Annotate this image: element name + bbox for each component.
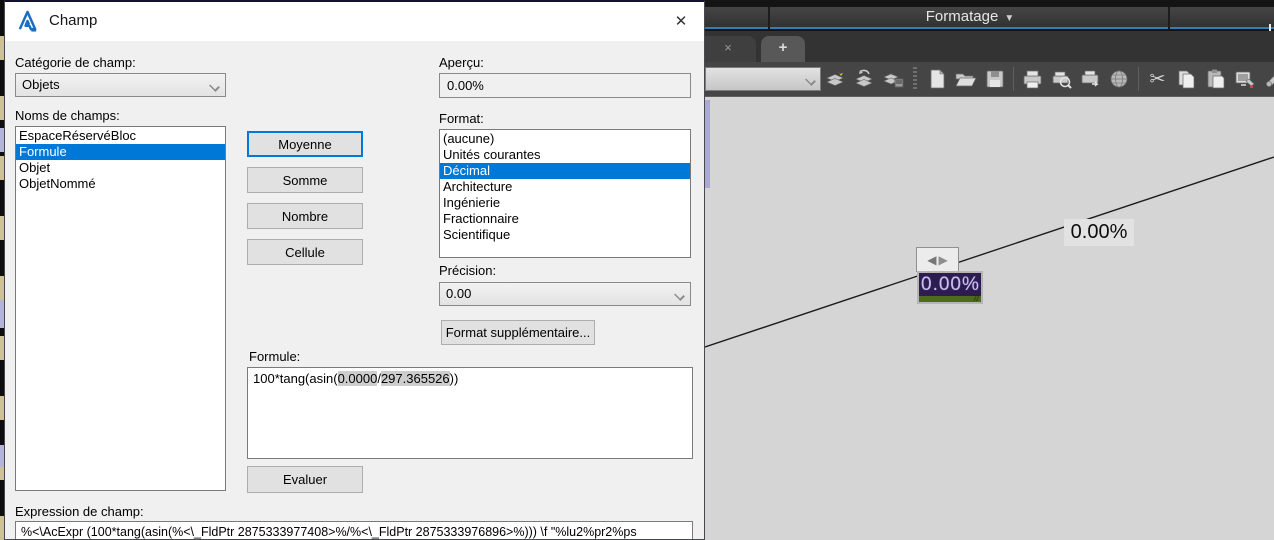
list-item-selected[interactable]: Décimal	[440, 163, 690, 179]
field-dialog: Champ ✕ Catégorie de champ: Objets Noms …	[4, 0, 705, 540]
formula-textarea[interactable]: 100*tang(asin(0.0000/297.365526))	[247, 367, 693, 459]
list-item[interactable]: Ingénierie	[440, 195, 690, 211]
close-icon[interactable]: ✕	[666, 8, 696, 35]
formula-label: Formule:	[249, 349, 301, 364]
drawing-line[interactable]	[705, 97, 1274, 540]
list-item[interactable]: Objet	[16, 160, 225, 176]
chevron-down-icon	[806, 76, 814, 84]
layer-properties-icon[interactable]	[879, 65, 908, 93]
editor-ruler: //	[919, 293, 981, 303]
list-item[interactable]: EspaceRéservéBloc	[16, 128, 225, 144]
publish-web-icon[interactable]	[1105, 65, 1134, 93]
category-combobox[interactable]: Objets	[15, 73, 226, 97]
print-icon[interactable]	[1018, 65, 1047, 93]
save-icon[interactable]	[980, 65, 1009, 93]
list-item[interactable]: Architecture	[440, 179, 690, 195]
format-listbox[interactable]: (aucune) Unités courantes Décimal Archit…	[439, 129, 691, 258]
slope-field-text[interactable]: 0.00%	[1064, 219, 1134, 246]
dialog-title: Champ	[49, 12, 98, 29]
field-expression-box[interactable]: %<\AcExpr (100*tang(asin(%<\_FldPtr 2875…	[15, 521, 693, 539]
layer-previous-icon[interactable]	[850, 65, 879, 93]
formula-field-operand[interactable]: 297.365526	[380, 371, 450, 386]
new-file-icon[interactable]	[922, 65, 951, 93]
category-value: Objets	[22, 77, 60, 92]
precision-label: Précision:	[439, 263, 497, 278]
plus-icon: +	[778, 39, 788, 56]
match-properties-icon[interactable]	[1259, 65, 1274, 93]
layer-current-icon[interactable]	[821, 65, 850, 93]
ribbon-panel-formatage[interactable]: Formatage ▼	[860, 8, 1080, 25]
evaluate-button[interactable]: Evaluer	[247, 466, 363, 493]
field-names-listbox[interactable]: EspaceRéservéBloc Formule Objet ObjetNom…	[15, 126, 226, 491]
field-arrow-widget[interactable]: ◀ ▶	[916, 247, 959, 272]
editor-ruler-marks: //	[973, 293, 979, 303]
sum-button[interactable]: Somme	[247, 167, 363, 193]
paste-icon[interactable]	[1201, 65, 1230, 93]
dialog-titlebar[interactable]: Champ ✕	[5, 2, 704, 41]
arrow-right-icon[interactable]: ▶	[939, 253, 948, 267]
chevron-down-icon	[675, 291, 683, 299]
ribbon-panel-divider	[1168, 7, 1170, 29]
print-preview-icon[interactable]	[1047, 65, 1076, 93]
list-item-selected[interactable]: Formule	[16, 144, 225, 160]
toolbar-grip-handle[interactable]	[911, 67, 919, 91]
formula-text: ))	[449, 371, 459, 386]
preview-label: Aperçu:	[439, 55, 484, 70]
ribbon-edge-mark	[1269, 24, 1271, 31]
toolbar-separator	[1013, 67, 1014, 91]
average-button[interactable]: Moyenne	[247, 131, 363, 157]
toolbar-separator	[1138, 67, 1139, 91]
cut-icon[interactable]: ✂	[1143, 65, 1172, 93]
list-item[interactable]: Fractionnaire	[440, 211, 690, 227]
list-item[interactable]: Scientifique	[440, 227, 690, 243]
field-expression-label: Expression de champ:	[15, 504, 144, 519]
ribbon-panel-divider	[768, 7, 770, 29]
close-icon: ×	[724, 40, 732, 55]
format-label: Format:	[439, 111, 484, 126]
list-item[interactable]: (aucune)	[440, 131, 690, 147]
inplace-text-editor[interactable]: 0.00% //	[917, 271, 983, 304]
arrow-left-icon[interactable]: ◀	[927, 253, 936, 267]
list-item[interactable]: ObjetNommé	[16, 176, 225, 192]
list-item[interactable]: Unités courantes	[440, 147, 690, 163]
formula-text: 100*tang(asin(	[253, 371, 338, 386]
paste-special-icon[interactable]	[1230, 65, 1259, 93]
field-names-label: Noms de champs:	[15, 108, 120, 123]
additional-format-button[interactable]: Format supplémentaire...	[441, 320, 595, 345]
drawing-tab-close[interactable]: ×	[700, 36, 756, 62]
plot-icon[interactable]	[1076, 65, 1105, 93]
count-button[interactable]: Nombre	[247, 203, 363, 229]
layer-combo[interactable]	[705, 67, 821, 91]
autocad-logo-icon	[18, 10, 37, 32]
editor-selected-value: 0.00%	[921, 274, 980, 295]
ribbon-panel-label: Formatage	[925, 8, 999, 25]
cell-button[interactable]: Cellule	[247, 239, 363, 265]
copy-icon[interactable]	[1172, 65, 1201, 93]
open-file-icon[interactable]	[951, 65, 980, 93]
formula-field-operand[interactable]: 0.0000	[337, 371, 378, 386]
category-label: Catégorie de champ:	[15, 55, 136, 70]
new-drawing-tab-button[interactable]: +	[761, 36, 805, 62]
chevron-down-icon: ▼	[1004, 13, 1015, 24]
precision-combobox[interactable]: 0.00	[439, 282, 691, 306]
screen: Formatage ▼ × + ✂ 0.00% ◀ ▶ 0.00% // Cha…	[0, 0, 1274, 540]
chevron-down-icon	[210, 82, 218, 90]
precision-value: 0.00	[446, 286, 472, 301]
preview-field: 0.00%	[439, 73, 691, 98]
